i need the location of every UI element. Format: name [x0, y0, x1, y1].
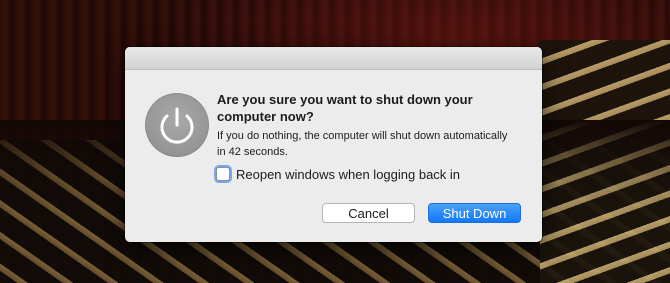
shut-down-button[interactable]: Shut Down: [428, 203, 521, 223]
dialog-title: Are you sure you want to shut down your …: [217, 92, 473, 124]
dialog-titlebar: [125, 47, 542, 70]
reopen-windows-checkbox[interactable]: [216, 167, 230, 181]
shutdown-dialog: Are you sure you want to shut down your …: [125, 47, 542, 242]
reopen-windows-label[interactable]: Reopen windows when logging back in: [236, 167, 460, 182]
cancel-button[interactable]: Cancel: [322, 203, 415, 223]
dialog-message: If you do nothing, the computer will shu…: [217, 130, 508, 158]
reopen-windows-option[interactable]: Reopen windows when logging back in: [216, 165, 460, 183]
power-icon: [145, 93, 209, 157]
